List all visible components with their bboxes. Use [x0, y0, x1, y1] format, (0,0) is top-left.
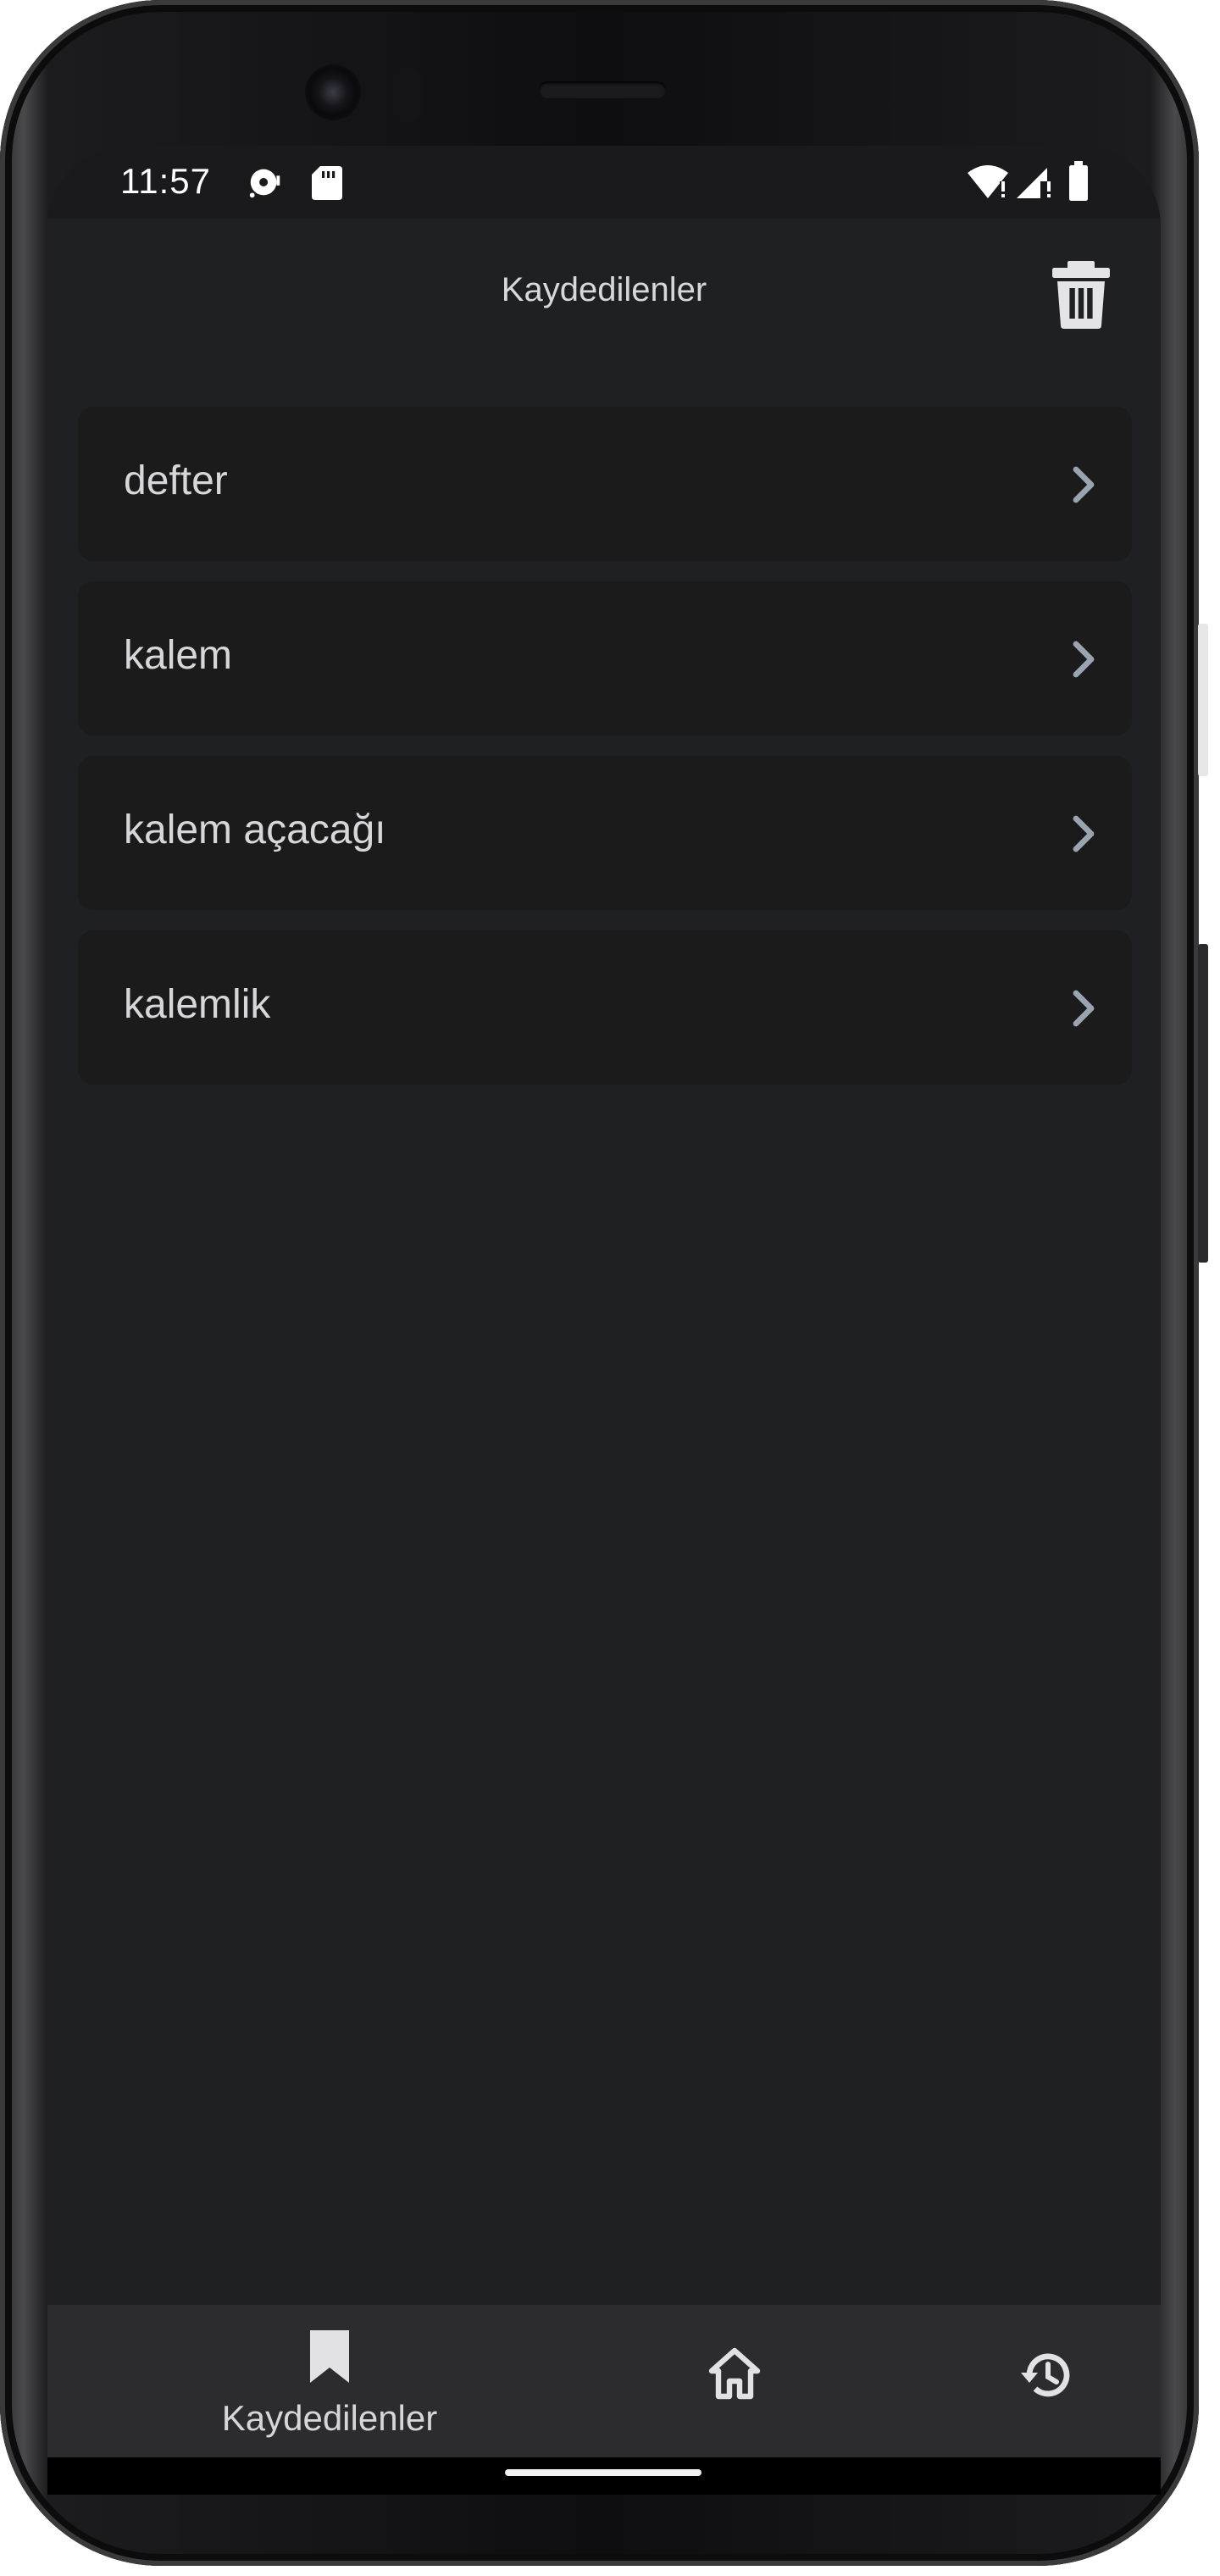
nav-item-saved[interactable]: Kaydedilenler	[166, 2305, 493, 2457]
list-item[interactable]: kalem	[78, 581, 1132, 736]
chevron-right-icon	[1066, 988, 1103, 1029]
delete-all-button[interactable]	[1051, 261, 1112, 329]
list-item[interactable]: kalem açacağı	[78, 756, 1132, 910]
saved-words-list: defter kalem kalem açacağı kalemlik	[78, 407, 1132, 1105]
cell-signal-icon	[1015, 163, 1052, 204]
bookmark-icon	[308, 2329, 351, 2389]
nav-item-history[interactable]	[974, 2305, 1127, 2457]
trash-icon	[1051, 261, 1112, 332]
list-item-label: defter	[124, 458, 228, 503]
battery-icon	[1068, 161, 1090, 206]
wifi-icon	[966, 163, 1010, 204]
status-time: 11:57	[120, 161, 211, 201]
list-item[interactable]: defter	[78, 407, 1132, 561]
home-icon	[707, 2346, 762, 2406]
proximity-sensor	[391, 66, 422, 122]
gesture-navigation-area	[47, 2457, 1161, 2495]
sd-card-icon	[310, 164, 344, 206]
power-button	[1198, 944, 1208, 1263]
earpiece-speaker	[539, 81, 666, 98]
bottom-navigation: Kaydedilenler	[47, 2305, 1161, 2457]
nav-label-saved: Kaydedilenler	[221, 2398, 438, 2438]
phone-frame: 11:57 Kaydedilenler defter kalem kalem a…	[0, 0, 1208, 2566]
list-item[interactable]: kalemlik	[78, 930, 1132, 1085]
media-sync-icon	[246, 163, 285, 206]
chevron-right-icon	[1066, 464, 1103, 505]
app-bar: Kaydedilenler	[47, 219, 1161, 371]
history-icon	[1018, 2347, 1074, 2407]
front-camera	[305, 64, 361, 120]
volume-button	[1198, 624, 1208, 776]
status-bar: 11:57	[47, 146, 1161, 219]
page-title: Kaydedilenler	[501, 271, 707, 308]
nav-item-home[interactable]	[657, 2305, 810, 2457]
list-item-label: kalemlik	[124, 982, 271, 1027]
chevron-right-icon	[1066, 813, 1103, 854]
list-item-label: kalem açacağı	[124, 808, 386, 852]
chevron-right-icon	[1066, 639, 1103, 680]
list-item-label: kalem	[124, 633, 233, 678]
home-gesture-handle[interactable]	[505, 2469, 702, 2476]
screen: 11:57 Kaydedilenler defter kalem kalem a…	[47, 146, 1161, 2495]
